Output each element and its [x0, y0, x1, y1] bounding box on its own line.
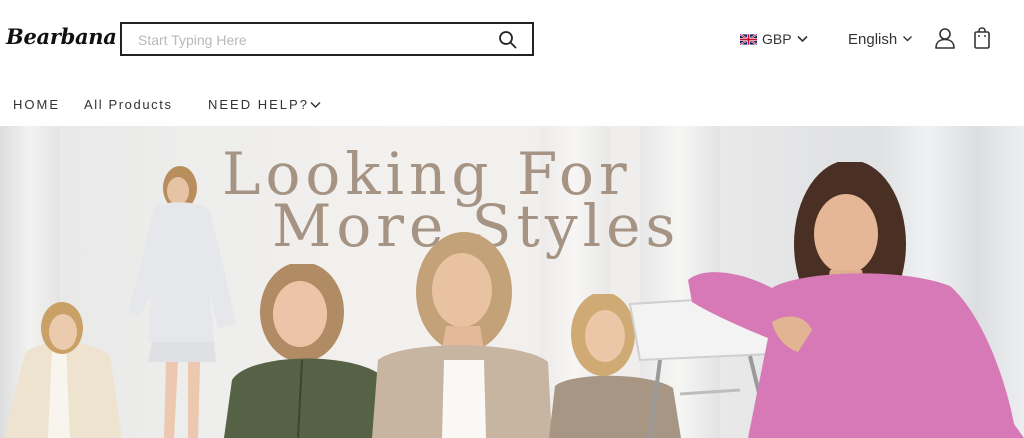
cart-button[interactable] [972, 27, 992, 49]
site-logo[interactable]: Bearbana [6, 24, 117, 49]
main-nav: HOME All Products NEED HELP? [0, 88, 1024, 124]
search-bar [120, 22, 534, 56]
currency-selector[interactable]: GBP [740, 30, 808, 48]
nav-item-home[interactable]: HOME [13, 97, 60, 112]
chevron-down-icon [903, 36, 913, 42]
currency-label: GBP [762, 31, 792, 47]
account-button[interactable] [934, 27, 956, 49]
model-image-cream-jacket [4, 302, 122, 438]
nav-item-need-help[interactable]: NEED HELP? [208, 97, 321, 112]
model-image-taupe-jacket [372, 232, 552, 438]
language-selector[interactable]: English [848, 30, 913, 48]
chevron-down-icon [797, 35, 808, 43]
model-image-green-hoodie [224, 264, 387, 438]
nav-item-all-products[interactable]: All Products [84, 97, 173, 112]
model-image-pink-sweatshirt [688, 162, 1024, 438]
shopping-bag-icon [974, 27, 990, 49]
search-input[interactable] [138, 30, 478, 50]
nav-item-need-help-label: NEED HELP? [208, 97, 309, 112]
search-icon [499, 31, 517, 49]
user-icon [935, 28, 955, 49]
site-header: Bearbana GBP English [0, 0, 1024, 78]
uk-flag-icon [740, 33, 757, 45]
hero-banner[interactable]: Looking For More Styles [0, 126, 1024, 438]
chevron-down-icon [310, 101, 321, 108]
language-label: English [848, 30, 898, 48]
search-button[interactable] [498, 30, 518, 50]
